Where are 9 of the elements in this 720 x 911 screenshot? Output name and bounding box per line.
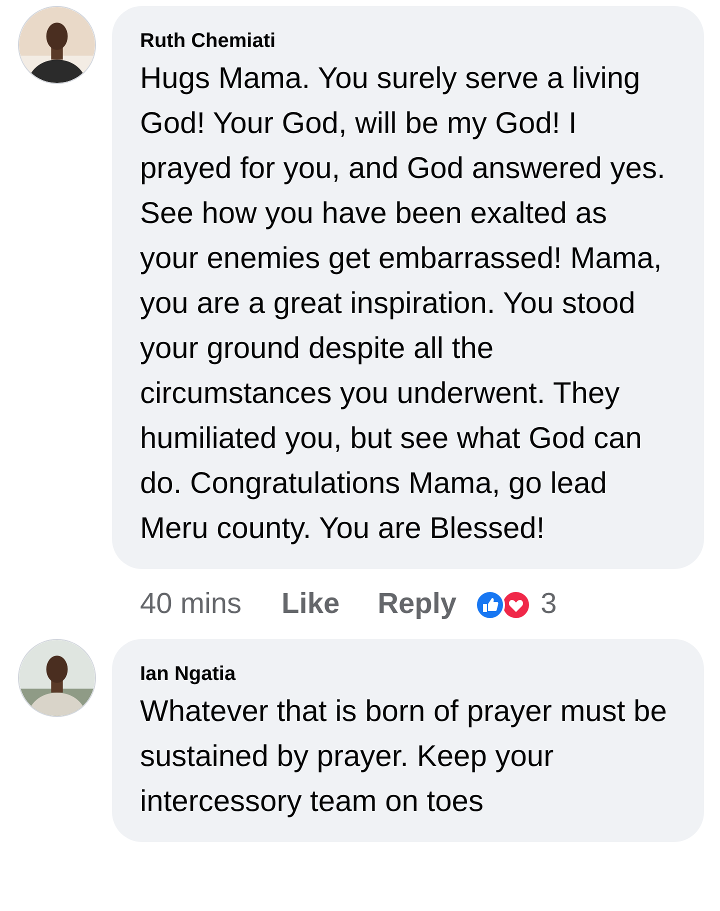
author-name[interactable]: Ruth Chemiati xyxy=(140,28,684,54)
action-link[interactable]: Reply xyxy=(378,583,457,626)
comment-text: Whatever that is born of prayer must be sustained by prayer. Keep your intercessory team on toes xyxy=(140,694,668,820)
timestamp: 40 mins xyxy=(140,587,242,622)
action-link[interactable]: Like xyxy=(282,583,340,626)
reaction-count[interactable]: 3 xyxy=(540,583,557,626)
thumbs-up-icon xyxy=(474,590,505,620)
comment-text: Hugs Mama. You surely serve a living God! Your God, will be my God! I prayed for you, and God answered yes. See how you have been exalted as your enemies get embarrassed! Mama, you are a great inspiration. You stood your ground despite all the circumstances you underwent. They humiliated you, but see what God can do. Congratulations Mama, go lead Meru county. You are Blessed! xyxy=(140,61,666,547)
author-name[interactable]: Ian Ngatia xyxy=(140,660,684,686)
